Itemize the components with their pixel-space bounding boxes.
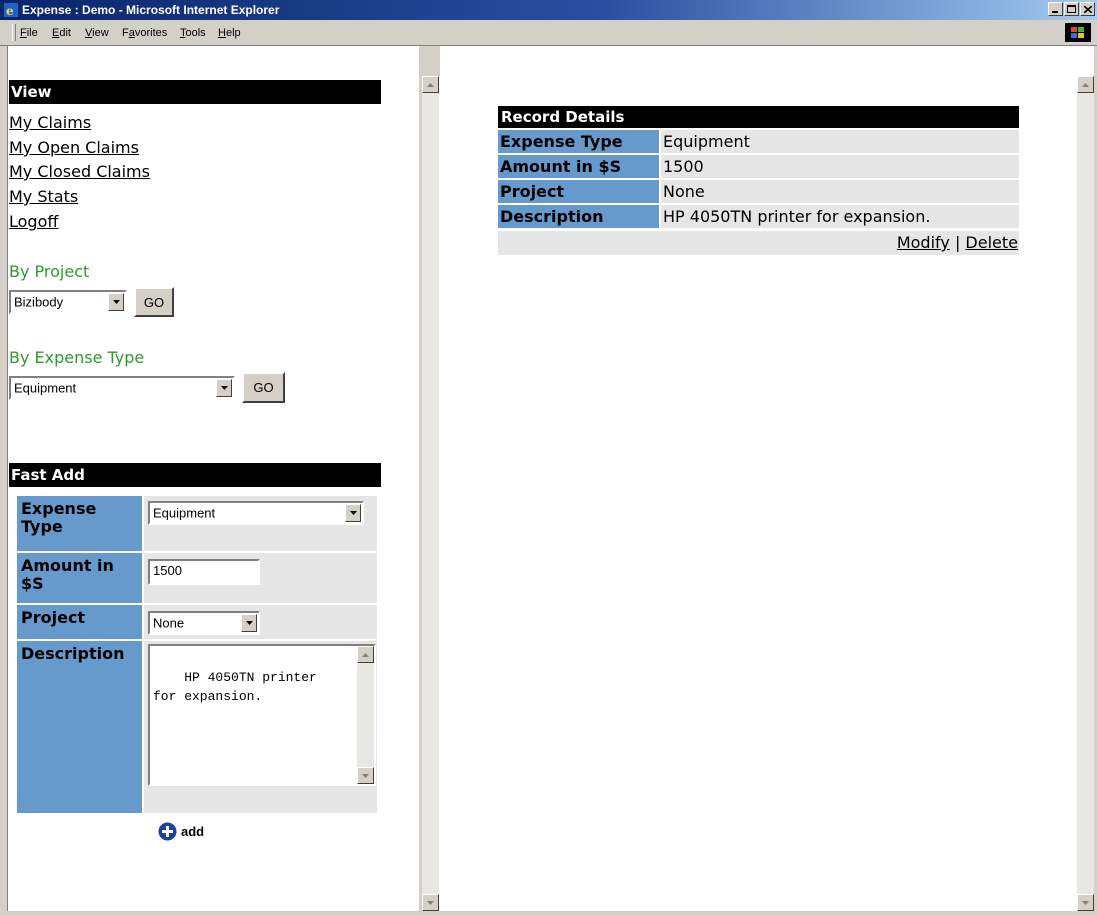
- textarea-scrollbar[interactable]: [357, 646, 374, 784]
- record-details-header: Record Details: [498, 106, 1019, 128]
- maximize-button[interactable]: [1064, 2, 1079, 16]
- record-actions: Modify | Delete: [498, 231, 1019, 255]
- fast-add-expense-type-select[interactable]: Equipment: [148, 501, 364, 525]
- by-project-label: By Project: [9, 262, 90, 281]
- left-frame-scrollbar[interactable]: [422, 76, 439, 911]
- delete-link[interactable]: Delete: [965, 233, 1018, 252]
- expense-type-go-button[interactable]: GO: [242, 372, 285, 403]
- fast-add-project-label: Project: [17, 605, 142, 639]
- plus-circle-icon: [158, 822, 177, 841]
- action-separator: |: [954, 233, 961, 252]
- fast-add-project-select[interactable]: None: [148, 611, 260, 635]
- chevron-down-icon: [216, 379, 232, 397]
- menu-view[interactable]: View: [85, 27, 109, 39]
- minimize-button[interactable]: [1048, 2, 1063, 16]
- project-filter-select[interactable]: Bizibody: [9, 290, 127, 314]
- record-amount-value: 1500: [661, 155, 1019, 178]
- chevron-down-icon: [108, 293, 124, 311]
- window-frame-bottom: [0, 911, 1097, 915]
- modify-link[interactable]: Modify: [897, 233, 950, 252]
- fast-add-amount-input[interactable]: 1500: [148, 559, 260, 585]
- title-bar: e Expense : Demo - Microsoft Internet Ex…: [0, 0, 1097, 20]
- menu-tools[interactable]: Tools: [180, 27, 206, 39]
- record-project-value: None: [661, 180, 1019, 203]
- link-my-closed-claims[interactable]: My Closed Claims: [9, 162, 150, 181]
- record-description-label: Description: [498, 205, 659, 228]
- scroll-down-icon[interactable]: [1077, 894, 1094, 911]
- window-frame-left: [0, 46, 8, 915]
- fast-add-header: Fast Add: [9, 463, 381, 487]
- chevron-down-icon: [345, 504, 361, 522]
- window-title: Expense : Demo - Microsoft Internet Expl…: [22, 3, 280, 17]
- frame-divider: [419, 76, 422, 911]
- record-expense-type-label: Expense Type: [498, 130, 659, 153]
- add-button[interactable]: add: [158, 822, 204, 841]
- right-frame: Record Details Expense Type Equipment Am…: [440, 46, 1074, 911]
- close-button[interactable]: [1080, 2, 1095, 16]
- record-description-value: HP 4050TN printer for expansion.: [661, 205, 1019, 228]
- menu-bar: File Edit View Favorites Tools Help: [0, 20, 1097, 46]
- right-frame-scrollbar[interactable]: [1077, 76, 1094, 911]
- menu-help[interactable]: Help: [218, 27, 241, 39]
- fast-add-expense-type-label: Expense Type: [17, 496, 142, 551]
- menu-favorites[interactable]: Favorites: [122, 27, 167, 39]
- chevron-down-icon: [241, 614, 257, 632]
- link-my-claims[interactable]: My Claims: [9, 113, 91, 132]
- frame-divider: [419, 46, 440, 76]
- scroll-up-icon[interactable]: [1077, 76, 1094, 93]
- fast-add-description-textarea[interactable]: HP 4050TN printer for expansion.: [148, 644, 376, 786]
- scroll-up-icon[interactable]: [357, 646, 374, 663]
- link-my-stats[interactable]: My Stats: [9, 187, 78, 206]
- maximize-icon: [1067, 5, 1076, 13]
- link-my-open-claims[interactable]: My Open Claims: [9, 138, 139, 157]
- scroll-down-icon[interactable]: [422, 894, 439, 911]
- menu-file[interactable]: File: [20, 27, 38, 39]
- menu-edit[interactable]: Edit: [52, 27, 71, 39]
- toolbar-grip: [12, 24, 16, 41]
- fast-add-description-label: Description: [17, 641, 142, 813]
- svg-text:e: e: [6, 4, 14, 17]
- link-logoff[interactable]: Logoff: [9, 212, 58, 231]
- right-frame-top-gap: [1074, 46, 1094, 76]
- record-amount-label: Amount in $S: [498, 155, 659, 178]
- scroll-up-icon[interactable]: [422, 76, 439, 93]
- minimize-icon: [1051, 10, 1058, 13]
- windows-logo-icon: [1065, 23, 1091, 42]
- left-frame: View My Claims My Open Claims My Closed …: [9, 46, 419, 911]
- project-go-button[interactable]: GO: [134, 287, 174, 317]
- close-icon: [1083, 5, 1092, 13]
- ie-icon: e: [4, 3, 18, 17]
- fast-add-amount-label: Amount in $S: [17, 553, 142, 603]
- view-header: View: [9, 80, 381, 104]
- record-project-label: Project: [498, 180, 659, 203]
- scroll-down-icon[interactable]: [357, 767, 374, 784]
- by-expense-type-label: By Expense Type: [9, 348, 145, 367]
- record-expense-type-value: Equipment: [661, 130, 1019, 153]
- expense-type-filter-select[interactable]: Equipment: [9, 376, 235, 400]
